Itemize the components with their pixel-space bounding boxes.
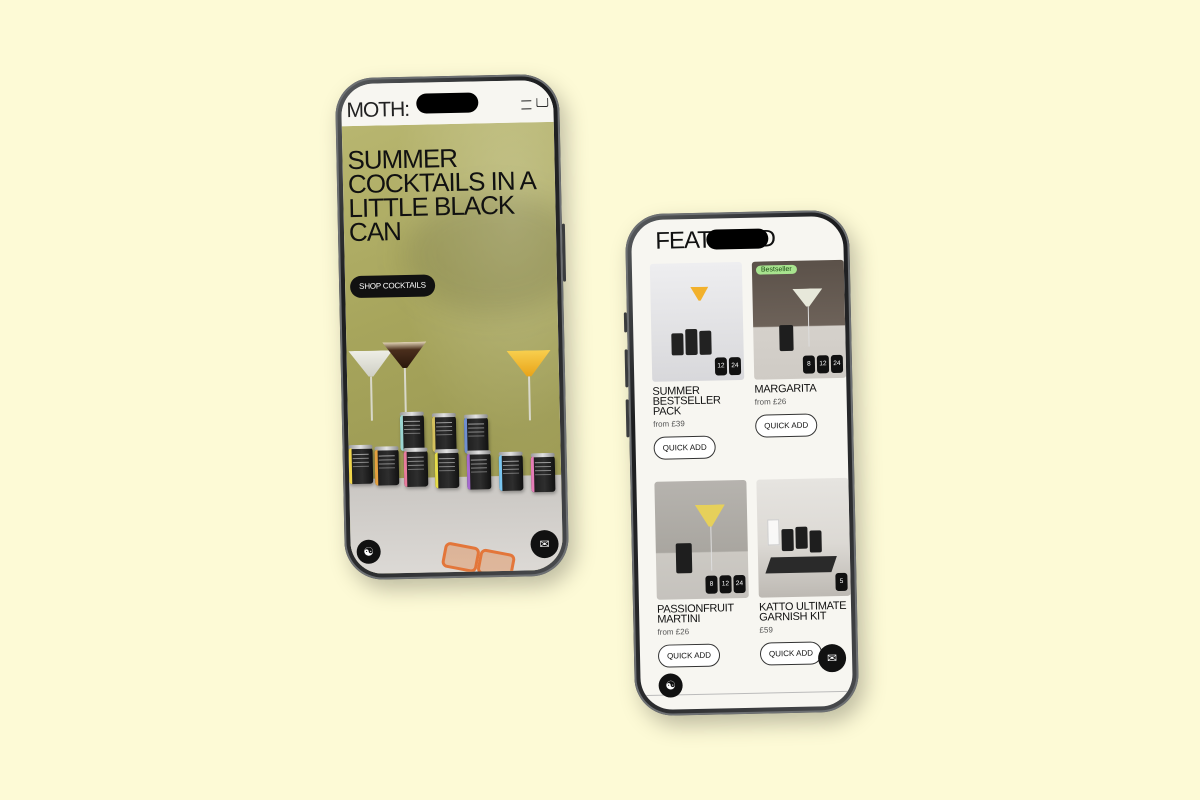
- size-option[interactable]: 12: [714, 357, 728, 376]
- size-option[interactable]: 24: [830, 354, 844, 374]
- quick-add-button[interactable]: QUICK ADD: [653, 435, 716, 460]
- espresso-martini-image: [382, 342, 427, 413]
- can-image: [530, 455, 556, 493]
- product-image[interactable]: 12 24: [649, 261, 745, 382]
- product-name[interactable]: PASSIONFRUIT MARTINI: [657, 602, 749, 626]
- can-image: [434, 451, 460, 489]
- quick-add-button[interactable]: QUICK ADD: [759, 641, 823, 666]
- can-image: [463, 417, 489, 454]
- volume-down-button: [625, 399, 630, 438]
- chat-icon[interactable]: ✉: [817, 643, 847, 673]
- size-option[interactable]: 8: [705, 575, 718, 594]
- volume-up-button: [624, 349, 629, 388]
- featured-screen: FEATURED 12 24 SUMMER BESTSELLER PACK fr…: [630, 215, 854, 711]
- bestseller-badge: Bestseller: [755, 264, 797, 275]
- can-image: [374, 449, 400, 486]
- shop-cocktails-button[interactable]: SHOP COCKTAILS: [349, 274, 436, 299]
- size-option[interactable]: 12: [816, 355, 830, 374]
- product-price: from £26: [754, 397, 787, 407]
- product-card[interactable]: 8 12 24 PASSIONFRUIT MARTINI from £26 QU…: [654, 479, 750, 668]
- size-options: 8 12 24: [705, 574, 746, 594]
- can-image: [431, 415, 457, 453]
- quick-add-button[interactable]: QUICK ADD: [754, 413, 818, 438]
- product-price: from £26: [657, 627, 690, 637]
- product-card[interactable]: 12 24 SUMMER BESTSELLER PACK from £39 QU…: [649, 261, 746, 460]
- phone-mockup-home: MOTH: SUMMER COCKTAILS IN A LITTLE BLACK…: [334, 73, 570, 581]
- product-image[interactable]: 8 12 24: [654, 479, 749, 600]
- can-image: [498, 454, 524, 492]
- size-options: 12 24: [714, 357, 742, 376]
- product-name[interactable]: SUMMER BESTSELLER PACK: [652, 385, 745, 418]
- product-card[interactable]: 5 KATTO ULTIMATE GARNISH KIT £59 QUICK A…: [756, 477, 852, 666]
- size-option[interactable]: 5: [835, 572, 848, 592]
- can-image: [403, 450, 429, 488]
- product-card[interactable]: Bestseller 8 12 24 MARGARITA from £26 QU…: [751, 259, 848, 438]
- hamburger-menu-icon[interactable]: [521, 100, 532, 110]
- can-image: [466, 453, 492, 490]
- product-name[interactable]: KATTO ULTIMATE GARNISH KIT: [759, 600, 851, 624]
- size-options: 5: [835, 572, 848, 592]
- power-button: [561, 223, 567, 282]
- phone-mockup-featured: FEATURED 12 24 SUMMER BESTSELLER PACK fr…: [623, 209, 860, 717]
- quick-add-button[interactable]: QUICK ADD: [657, 643, 721, 668]
- product-name[interactable]: MARGARITA: [754, 382, 846, 395]
- dynamic-island: [706, 228, 769, 250]
- cart-icon[interactable]: [536, 97, 549, 108]
- brand-logo[interactable]: MOTH:: [346, 98, 409, 123]
- passionfruit-martini-image: [507, 350, 552, 421]
- hero-banner: SUMMER COCKTAILS IN A LITTLE BLACK CAN S…: [341, 121, 564, 575]
- size-option[interactable]: 24: [733, 574, 746, 594]
- size-option[interactable]: 24: [728, 357, 742, 376]
- product-price: from £39: [653, 419, 685, 429]
- product-image[interactable]: Bestseller 8 12 24: [751, 259, 847, 380]
- size-option[interactable]: 8: [802, 355, 816, 374]
- can-image: [399, 414, 425, 452]
- product-image[interactable]: 5: [756, 477, 851, 598]
- size-option[interactable]: 12: [719, 575, 732, 594]
- home-screen: MOTH: SUMMER COCKTAILS IN A LITTLE BLACK…: [340, 79, 564, 575]
- hero-title: SUMMER COCKTAILS IN A LITTLE BLACK CAN: [347, 142, 535, 248]
- can-image: [348, 447, 374, 485]
- product-price: £59: [759, 625, 773, 635]
- size-options: 8 12 24: [802, 354, 844, 374]
- dynamic-island: [416, 92, 479, 114]
- mute-switch: [623, 312, 628, 333]
